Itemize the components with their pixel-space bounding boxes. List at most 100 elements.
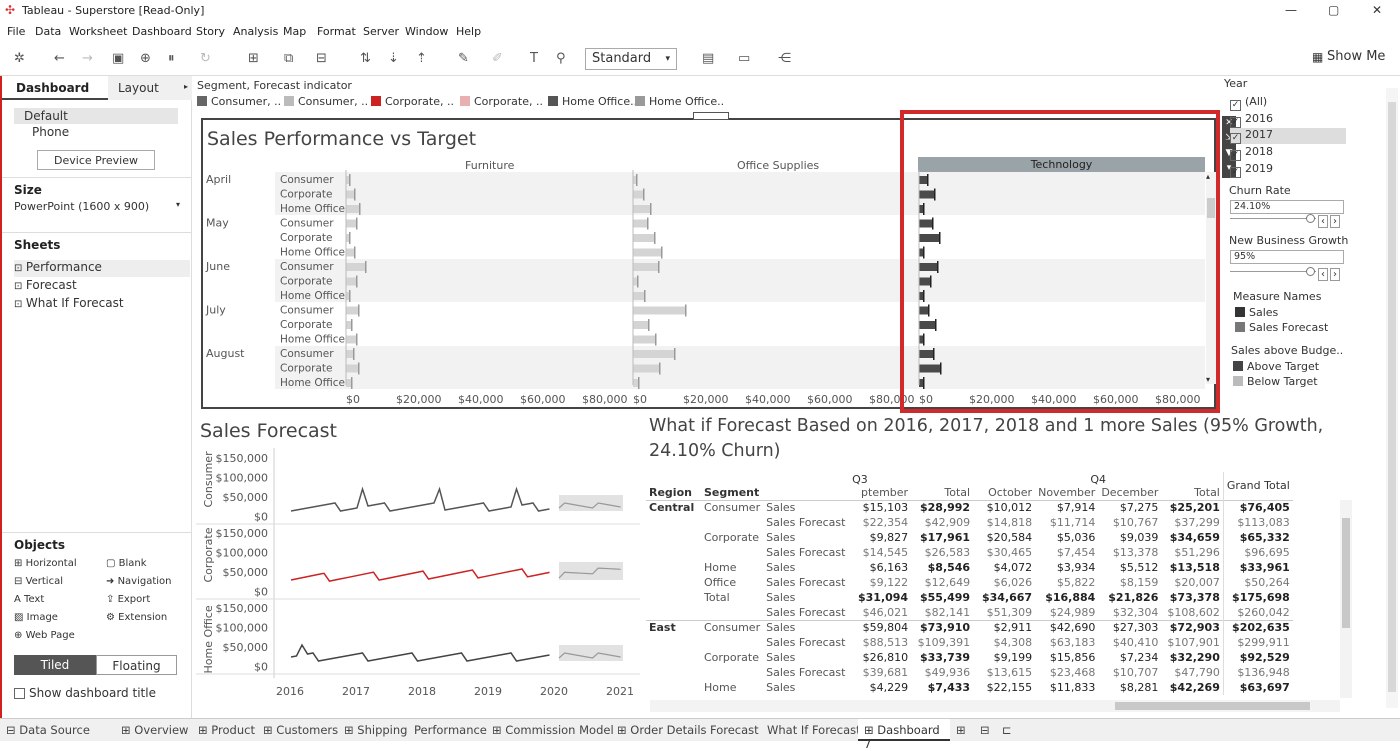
device-preview-button[interactable]: Device Preview [37,150,155,170]
tab-commission-model[interactable]: ⊞ Commission Model [492,723,614,737]
presentation-icon[interactable]: ▭ [738,51,750,66]
menu-analysis[interactable]: Analysis [233,25,278,38]
sort-desc-icon[interactable]: ⇡ [416,51,427,66]
column-header: November [1038,486,1096,500]
segment-label: Corporate [280,189,333,201]
object-image[interactable]: ▨ Image [14,612,58,623]
menu-help[interactable]: Help [456,25,481,38]
new-story-icon[interactable]: ⊏ [1002,723,1012,737]
drag-handle[interactable] [693,112,729,120]
dashboard-scrollbar[interactable] [1386,88,1398,708]
tab-data-source[interactable]: ⊟ Data Source [6,723,90,737]
menu-story[interactable]: Story [196,25,225,38]
tab-performance[interactable]: Performance [414,723,487,737]
save-icon[interactable]: ▣ [112,51,124,66]
sort-asc-icon[interactable]: ⇣ [388,51,399,66]
show-me-button[interactable]: Show Me [1327,49,1385,64]
sheet-item-forecast[interactable]: ⊡ Forecast [14,278,77,292]
year-2019-checkbox[interactable]: ✓ 2019 [1230,162,1273,178]
new-datasource-icon[interactable]: ⊕ [140,51,151,66]
menu-dashboard[interactable]: Dashboard [132,25,192,38]
whatif-title-line2: 24.10% Churn) [649,441,781,461]
object-blank[interactable]: ▢ Blank [106,558,147,569]
churn-step-up-icon[interactable]: › [1330,215,1340,228]
cards-icon[interactable]: ▤ [702,51,714,66]
sheet-item-performance[interactable]: ⊡ Performance [14,260,190,277]
tableau-icon[interactable]: ✲ [14,51,25,66]
close-icon[interactable]: ✕ [1372,3,1382,17]
churn-input[interactable]: 24.10% [1230,200,1344,214]
fit-dropdown[interactable]: Standard ▾ [585,48,677,70]
table-row: Sales Forecast $39,681 $49,936 $13,615 $23,4… [646,665,1293,680]
whatif-vscroll[interactable] [1340,500,1352,698]
tab-order-details[interactable]: ⊞ Order Details [617,723,707,737]
refresh-icon[interactable]: ↻ [200,51,211,66]
back-icon[interactable]: ← [54,51,65,66]
object-extension[interactable]: ⚙ Extension [106,612,167,623]
object-web-page[interactable]: ⊕ Web Page [14,630,75,641]
target-mark [638,377,640,389]
menu-map[interactable]: Map [283,25,306,38]
menu-file[interactable]: File [7,25,25,38]
tab-customers[interactable]: ⊞ Customers [263,723,338,737]
swap-icon[interactable]: ⇅ [360,51,371,66]
device-phone[interactable]: Phone [32,125,69,139]
growth-input[interactable]: 95% [1230,250,1344,264]
toolbar: ✲ ← → ▣ ⊕ ⏸ ↻ ⊞ ⧉ ⊟ ⇅ ⇣ ⇡ ✎ ✐ T ⚲ Standa… [0,42,1400,76]
sheet-item-what-if-forecast[interactable]: ⊡ What If Forecast [14,296,124,310]
size-dropdown[interactable]: PowerPoint (1600 x 900) ▾ [14,200,180,218]
churn-slider[interactable] [1230,218,1316,219]
object-export[interactable]: ⇪ Export [106,594,150,605]
object-horizontal[interactable]: ⊞ Horizontal [14,558,77,569]
object-text[interactable]: A Text [14,594,44,605]
labels-icon[interactable]: T [530,51,538,66]
menu-format[interactable]: Format [317,25,356,38]
target-mark [647,217,649,230]
menu-data[interactable]: Data [35,25,61,38]
forward-icon[interactable]: → [82,51,93,66]
tab-dashboard[interactable]: Dashboard [0,76,108,100]
tab-product[interactable]: ⊞ Product [198,723,255,737]
maximize-icon[interactable]: ▢ [1328,3,1339,17]
growth-slider[interactable] [1230,271,1316,272]
pin-icon[interactable]: ⚲ [556,51,566,66]
object-navigation[interactable]: ➜ Navigation [106,576,172,587]
new-sheet-icon[interactable]: ⊞ [248,51,259,66]
group-icon[interactable]: ✐ [492,51,503,66]
highlight-icon[interactable]: ✎ [458,51,469,66]
menu-worksheet[interactable]: Worksheet [69,25,127,38]
object-vertical[interactable]: ⊟ Vertical [14,576,63,587]
growth-step-up-icon[interactable]: › [1330,268,1340,281]
tiled-toggle[interactable]: Tiled [14,655,96,675]
whatif-hscroll[interactable] [650,700,1340,712]
new-dashboard-icon[interactable]: ⊟ [980,723,990,737]
new-worksheet-icon[interactable]: ⊞ [956,723,966,737]
device-default[interactable]: Default [14,108,178,124]
table-row: Corporate Sales $9,827 $17,961 $20,584 $5,036… [646,530,1293,545]
tab-overview[interactable]: ⊞ Overview [121,723,188,737]
share-icon[interactable]: ⋲ [778,51,791,66]
tab-shipping[interactable]: ⊞ Shipping [344,723,407,737]
forecast-band [559,495,623,511]
minimize-icon[interactable]: — [1285,3,1297,17]
growth-step-down-icon[interactable]: ‹ [1318,268,1328,281]
menu-window[interactable]: Window [405,25,448,38]
show-title-checkbox[interactable]: Show dashboard title [14,686,156,700]
tab-forecast[interactable]: Forecast [710,723,759,737]
clear-icon[interactable]: ⊟ [316,51,327,66]
year-2016-checkbox[interactable]: ✓ 2016 [1230,112,1273,128]
year-2018-checkbox[interactable]: ✓ 2018 [1230,145,1273,161]
year-2017-checkbox[interactable]: ✓ 2017 [1230,128,1346,144]
pause-icon[interactable]: ⏸ [168,51,175,66]
year-all-checkbox[interactable]: ✓ (All) [1230,95,1267,111]
bar-seg [346,277,357,286]
column-header: Total [944,486,971,500]
tab-layout[interactable]: Layout ▸ [108,76,192,100]
target-mark [636,174,638,186]
duplicate-icon[interactable]: ⧉ [284,51,293,66]
tab-what-if-forecast[interactable]: What If Forecast [767,723,861,737]
churn-step-down-icon[interactable]: ‹ [1318,215,1328,228]
tab-dashboard-7[interactable]: ⊞ Dashboard 7 [858,719,950,751]
menu-server[interactable]: Server [363,25,399,38]
floating-toggle[interactable]: Floating [96,655,177,675]
